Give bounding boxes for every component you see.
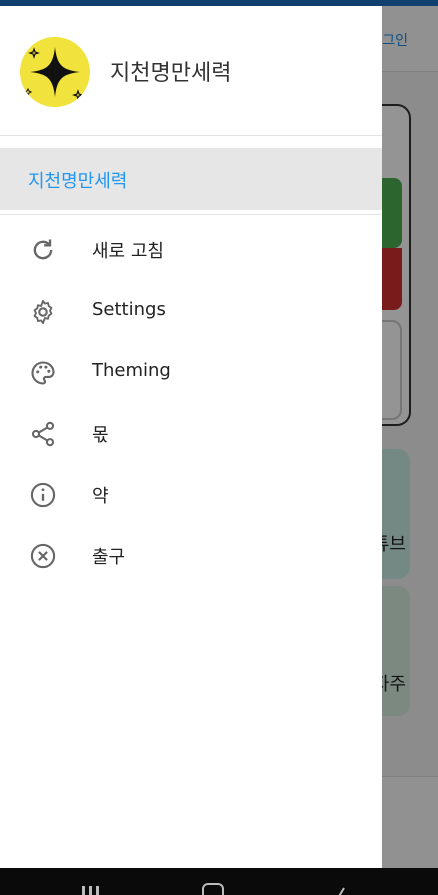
share-icon xyxy=(29,420,57,448)
drawer-divider xyxy=(0,214,382,215)
back-arrow-icon xyxy=(338,887,345,895)
back-button[interactable] xyxy=(330,883,354,895)
refresh-icon xyxy=(29,236,57,264)
menu-item-about[interactable]: 약 xyxy=(0,467,382,523)
navigation-drawer: 지천명만세력 지천명만세력 새로 고침 Settings Theming 몫 약 xyxy=(0,6,382,868)
palette-icon xyxy=(29,359,57,387)
menu-item-settings[interactable]: Settings xyxy=(0,284,382,340)
home-button[interactable] xyxy=(202,883,224,895)
menu-item-exit[interactable]: 출구 xyxy=(0,528,382,584)
close-circle-icon xyxy=(29,542,57,570)
app-logo-avatar xyxy=(20,37,90,107)
drawer-header: 지천명만세력 xyxy=(0,6,382,136)
menu-item-theming[interactable]: Theming xyxy=(0,345,382,401)
menu-item-theming-label: Theming xyxy=(92,360,171,381)
gear-icon xyxy=(29,298,57,326)
menu-item-refresh-label: 새로 고침 xyxy=(92,241,164,262)
drawer-item-selected[interactable]: 지천명만세력 xyxy=(0,148,382,210)
menu-item-share[interactable]: 몫 xyxy=(0,406,382,462)
drawer-item-selected-label: 지천명만세력 xyxy=(28,171,128,192)
recent-apps-button[interactable] xyxy=(82,883,106,895)
info-icon xyxy=(29,481,57,509)
menu-item-settings-label: Settings xyxy=(92,299,166,320)
sparkle-star-icon xyxy=(23,47,84,101)
system-navigation-bar xyxy=(0,868,438,895)
menu-item-about-label: 약 xyxy=(92,486,109,507)
menu-item-refresh[interactable]: 새로 고침 xyxy=(0,222,382,278)
menu-item-share-label: 몫 xyxy=(92,425,109,446)
drawer-title: 지천명만세력 xyxy=(110,61,232,86)
menu-item-exit-label: 출구 xyxy=(92,547,126,568)
